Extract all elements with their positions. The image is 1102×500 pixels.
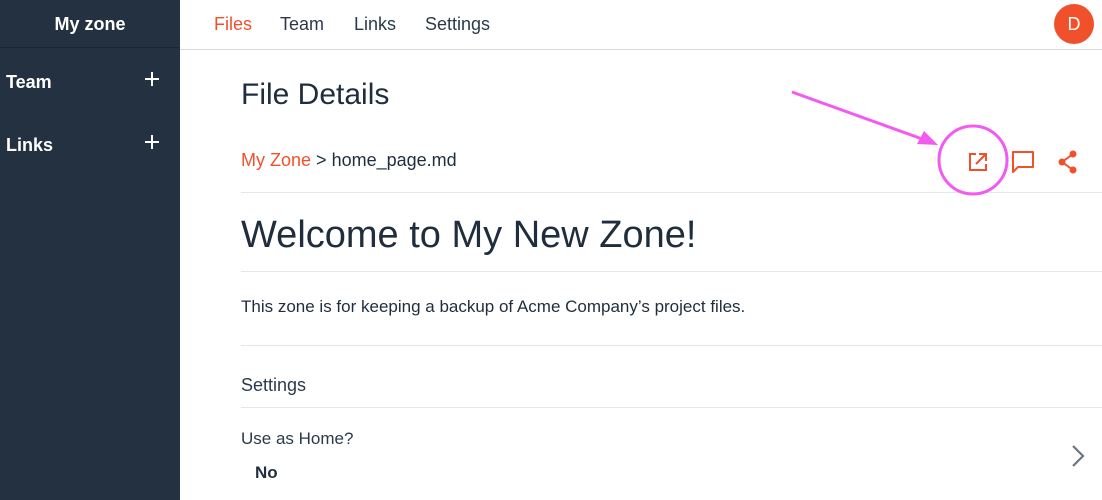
- settings-section-label: Settings: [241, 375, 307, 395]
- breadcrumb-separator: >: [316, 150, 327, 170]
- open-external-icon[interactable]: [964, 148, 992, 176]
- comment-icon[interactable]: [1009, 148, 1037, 176]
- top-navigation: Files Team Links Settings D: [180, 0, 1102, 50]
- chevron-right-icon[interactable]: [1068, 443, 1088, 469]
- avatar[interactable]: D: [1054, 4, 1094, 44]
- document-heading: Welcome to My New Zone!: [241, 214, 697, 256]
- add-link-icon[interactable]: [142, 132, 162, 152]
- sidebar-title[interactable]: My zone: [0, 0, 180, 48]
- setting-name: Use as Home?: [241, 429, 354, 448]
- tab-links[interactable]: Links: [354, 14, 396, 35]
- sidebar-item-team[interactable]: Team: [0, 62, 180, 102]
- divider: [241, 271, 1102, 272]
- setting-row-use-as-home[interactable]: Use as Home? No: [241, 410, 1102, 500]
- setting-value: No: [255, 463, 278, 482]
- divider: [241, 192, 1102, 193]
- divider: [241, 407, 1102, 408]
- tab-team[interactable]: Team: [280, 14, 324, 35]
- add-team-icon[interactable]: [142, 69, 162, 89]
- page-title: File Details: [241, 78, 390, 111]
- sidebar-item-label: Team: [6, 72, 52, 92]
- breadcrumb: My Zone > home_page.md: [241, 150, 457, 171]
- sidebar-item-label: Links: [6, 135, 54, 155]
- breadcrumb-root-link[interactable]: My Zone: [241, 150, 311, 170]
- document-body: This zone is for keeping a backup of Acm…: [241, 297, 746, 316]
- sidebar: My zone Team Links: [0, 0, 180, 500]
- breadcrumb-current-file: home_page.md: [331, 150, 457, 170]
- tab-files[interactable]: Files: [214, 14, 252, 35]
- divider: [241, 345, 1102, 346]
- sidebar-item-links[interactable]: Links: [0, 125, 180, 165]
- tab-settings[interactable]: Settings: [425, 14, 490, 35]
- share-icon[interactable]: [1054, 148, 1082, 176]
